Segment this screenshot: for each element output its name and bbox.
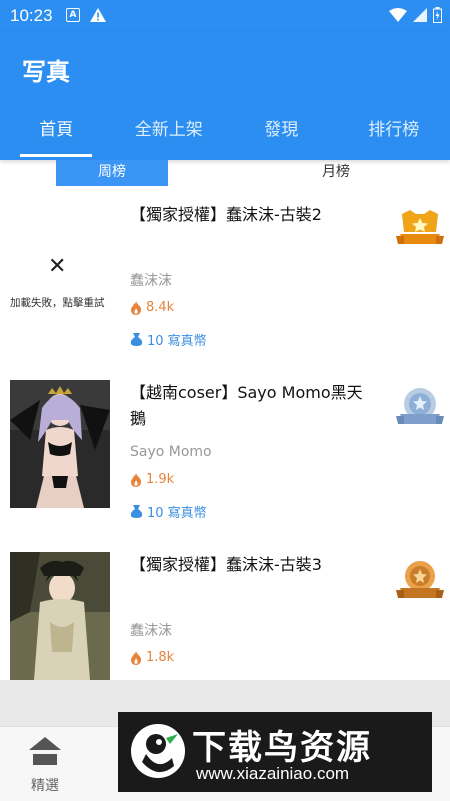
coin-bag-icon	[130, 333, 143, 346]
status-time: 10:23	[10, 6, 53, 26]
tab-home[interactable]: 首頁	[0, 116, 113, 152]
price-stat: 10 寫真幣	[130, 330, 207, 349]
tab-weekly-rank[interactable]: 周榜	[56, 160, 168, 186]
thumbnail-load-failed[interactable]: ✕ 加載失敗，點擊重試	[10, 196, 110, 324]
item-author: Sayo Momo	[130, 444, 212, 460]
a-notification-icon: A	[66, 8, 80, 22]
bottom-nav-label: 精選	[0, 775, 90, 795]
flame-icon	[130, 301, 142, 315]
price-stat: 10 寫真幣	[130, 502, 207, 521]
coin-bag-icon	[130, 505, 143, 518]
heat-stat: 1.8k	[130, 650, 174, 665]
item-title: 【越南coser】Sayo Momo黑天鵝	[130, 380, 370, 432]
rank-tabs: 周榜 月榜	[0, 160, 450, 186]
heat-value: 1.8k	[146, 650, 174, 665]
item-author: 蠢沫沫	[130, 620, 172, 640]
list-item[interactable]: ✕ 加載失敗，點擊重試 【獨家授權】蠢沫沫-古裝2 蠢沫沫 8.4k 10 寫真…	[0, 196, 450, 356]
item-title: 【獨家授權】蠢沫沫-古裝2	[130, 202, 370, 228]
heat-value: 8.4k	[146, 300, 174, 315]
bottom-nav-featured[interactable]: 精選	[0, 727, 90, 795]
watermark-url: www.xiazainiao.com	[196, 764, 349, 784]
tab-discover[interactable]: 發現	[225, 116, 338, 152]
app-bar: 写真 首頁 全新上架 發現 排行榜	[0, 32, 450, 160]
tab-monthly-rank[interactable]: 月榜	[280, 160, 392, 186]
status-bar: 10:23 A	[0, 0, 450, 32]
watermark-banner: 下载鸟资源 www.xiazainiao.com	[118, 712, 432, 792]
warning-icon	[90, 8, 106, 22]
close-icon: ✕	[48, 254, 66, 279]
flame-icon	[130, 651, 142, 665]
item-title: 【獨家授權】蠢沫沫-古裝3	[130, 552, 370, 578]
flame-icon	[130, 473, 142, 487]
list-item[interactable]: 【越南coser】Sayo Momo黑天鵝 Sayo Momo 1.9k 10 …	[0, 380, 450, 520]
top-tabs: 首頁 全新上架 發現 排行榜	[0, 116, 450, 152]
item-author: 蠢沫沫	[130, 270, 172, 290]
list-item[interactable]: 【獨家授權】蠢沫沫-古裝3 蠢沫沫 1.8k	[0, 552, 450, 680]
load-failed-text: 加載失敗，點擊重試	[10, 296, 110, 310]
price-value: 10 寫真幣	[147, 502, 207, 521]
battery-icon	[433, 7, 442, 23]
home-icon	[29, 737, 61, 765]
silver-medal-icon	[396, 386, 444, 428]
signal-icon	[413, 8, 427, 22]
tab-ranking[interactable]: 排行榜	[338, 116, 450, 152]
wifi-icon	[389, 8, 407, 22]
app-title: 写真	[22, 52, 70, 87]
bronze-medal-icon	[396, 560, 444, 602]
price-value: 10 寫真幣	[147, 330, 207, 349]
cover-image[interactable]	[10, 380, 110, 508]
heat-value: 1.9k	[146, 472, 174, 487]
tab-indicator	[20, 154, 92, 157]
watermark-title: 下载鸟资源	[192, 720, 372, 769]
bird-logo-icon	[130, 722, 186, 780]
heat-stat: 1.9k	[130, 472, 174, 487]
tab-new-arrivals[interactable]: 全新上架	[113, 116, 226, 152]
heat-stat: 8.4k	[130, 300, 174, 315]
gold-medal-icon	[396, 208, 444, 250]
cover-image[interactable]	[10, 552, 110, 680]
